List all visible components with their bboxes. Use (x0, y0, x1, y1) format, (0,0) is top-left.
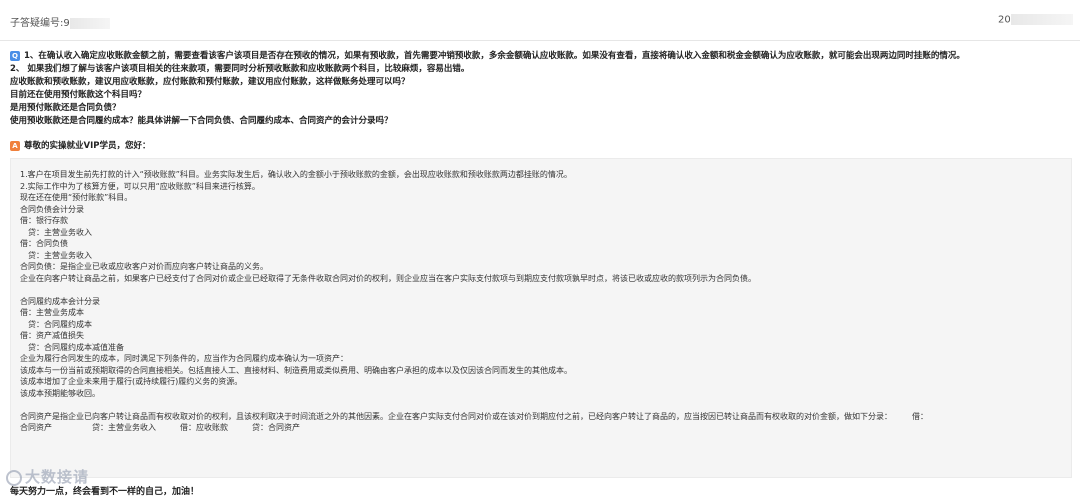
answer-line: 贷：合同履约成本减值准备 (20, 342, 124, 352)
question-line: 应收账款和预收账款，建议用应收账款，应付账款和预付账款，建议用应付账款，这样做账… (10, 77, 410, 87)
answer-line (20, 284, 1065, 296)
footer-message: 每天努力一点，终会看到不一样的自己，加油！ (10, 487, 200, 497)
question-line: Q 1、在确认收入确定应收账款金额之前，需要查看该客户该项目是否存在预收的情况，如… (10, 50, 1070, 63)
answer-line: 合同资产是指企业已向客户转让商品而有权收取对价的权利，且该权利取决于时间流逝之外… (20, 411, 928, 421)
answer-line: 企业为履行合同发生的成本，同时满足下列条件的，应当作为合同履约成本确认为一项资产… (20, 354, 348, 363)
question-date: 20 (998, 14, 1073, 26)
answer-line: 1.客户在项目发生前先打款的计入“预收账款”科目。业务实际发生后，确认收入的金额… (20, 170, 572, 179)
answer-line: 借：合同负债 (20, 239, 68, 248)
answer-line (20, 399, 1065, 411)
date-prefix: 20 (998, 14, 1011, 26)
answer-line: 该成本与一份当前或预期取得的合同直接相关。包括直接人工、直接材料、制造费用或类似… (20, 365, 572, 375)
answer-line: 合同负债：是指企业已收或应收客户对价而应向客户转让商品的义务。 (20, 262, 268, 271)
answer-line: 合同资产 贷：主营业务收入 借：应收账款 贷：合同资产 (20, 423, 300, 432)
answer-line: 借：主营业务成本 (20, 308, 84, 317)
answer-line: 现在还在使用“预付账款”科目。 (20, 193, 133, 202)
answer-line: 合同负债会计分录 (20, 204, 84, 214)
answer-line: 贷：主营业务收入 (20, 227, 92, 237)
answer-line: 借：银行存款 (20, 216, 68, 225)
question-body: Q 1、在确认收入确定应收账款金额之前，需要查看该客户该项目是否存在预收的情况，如… (10, 50, 1070, 128)
question-icon: Q (10, 50, 20, 61)
answer-line: 2.实际工作中为了核算方便，可以只用“应收账款”科目来进行核算。 (20, 181, 260, 191)
answer-line: 贷：主营业务收入 (20, 250, 92, 260)
answer-lines: 1.客户在项目发生前先打款的计入“预收账款”科目。业务实际发生后，确认收入的金额… (20, 169, 1065, 434)
answer-title: A 尊敬的实操就业VIP学员，您好： (10, 139, 150, 151)
question-id: 子答疑编号:9 (10, 14, 110, 29)
answer-line: 企业在向客户转让商品之前，如果客户已经支付了合同对价或企业已经取得了无条件收取合… (20, 273, 756, 283)
answer-line: 贷：合同履约成本 (20, 319, 92, 329)
question-id-label: 子答疑编号:9 (10, 18, 70, 29)
answer-icon: A (10, 140, 20, 151)
answer-line: 该成本预期能够收回。 (20, 388, 100, 398)
redacted-date (1010, 14, 1073, 25)
answer-line: 合同履约成本会计分录 (20, 296, 100, 306)
redacted-id (69, 17, 110, 29)
answer-line: 借：资产减值损失 (20, 331, 84, 340)
question-header: 子答疑编号:9 20 (0, 0, 1080, 41)
answer-box: 1.客户在项目发生前先打款的计入“预收账款”科目。业务实际发生后，确认收入的金额… (10, 158, 1072, 478)
question-line: 2、 如果我们想了解与该客户该项目相关的往来款项，需要同时分析预收账款和应收账款… (10, 64, 470, 74)
question-line: 使用预收账款还是合同履约成本？能具体讲解一下合同负债、合同履约成本、合同资产的会… (10, 116, 393, 126)
answer-line: 该成本增加了企业未来用于履行(或持续履行)履约义务的资源。 (20, 377, 243, 386)
question-line: 目前还在使用预付账款这个科目吗？ (10, 90, 147, 100)
question-line: 是用预付账款还是合同负债？ (10, 103, 121, 113)
